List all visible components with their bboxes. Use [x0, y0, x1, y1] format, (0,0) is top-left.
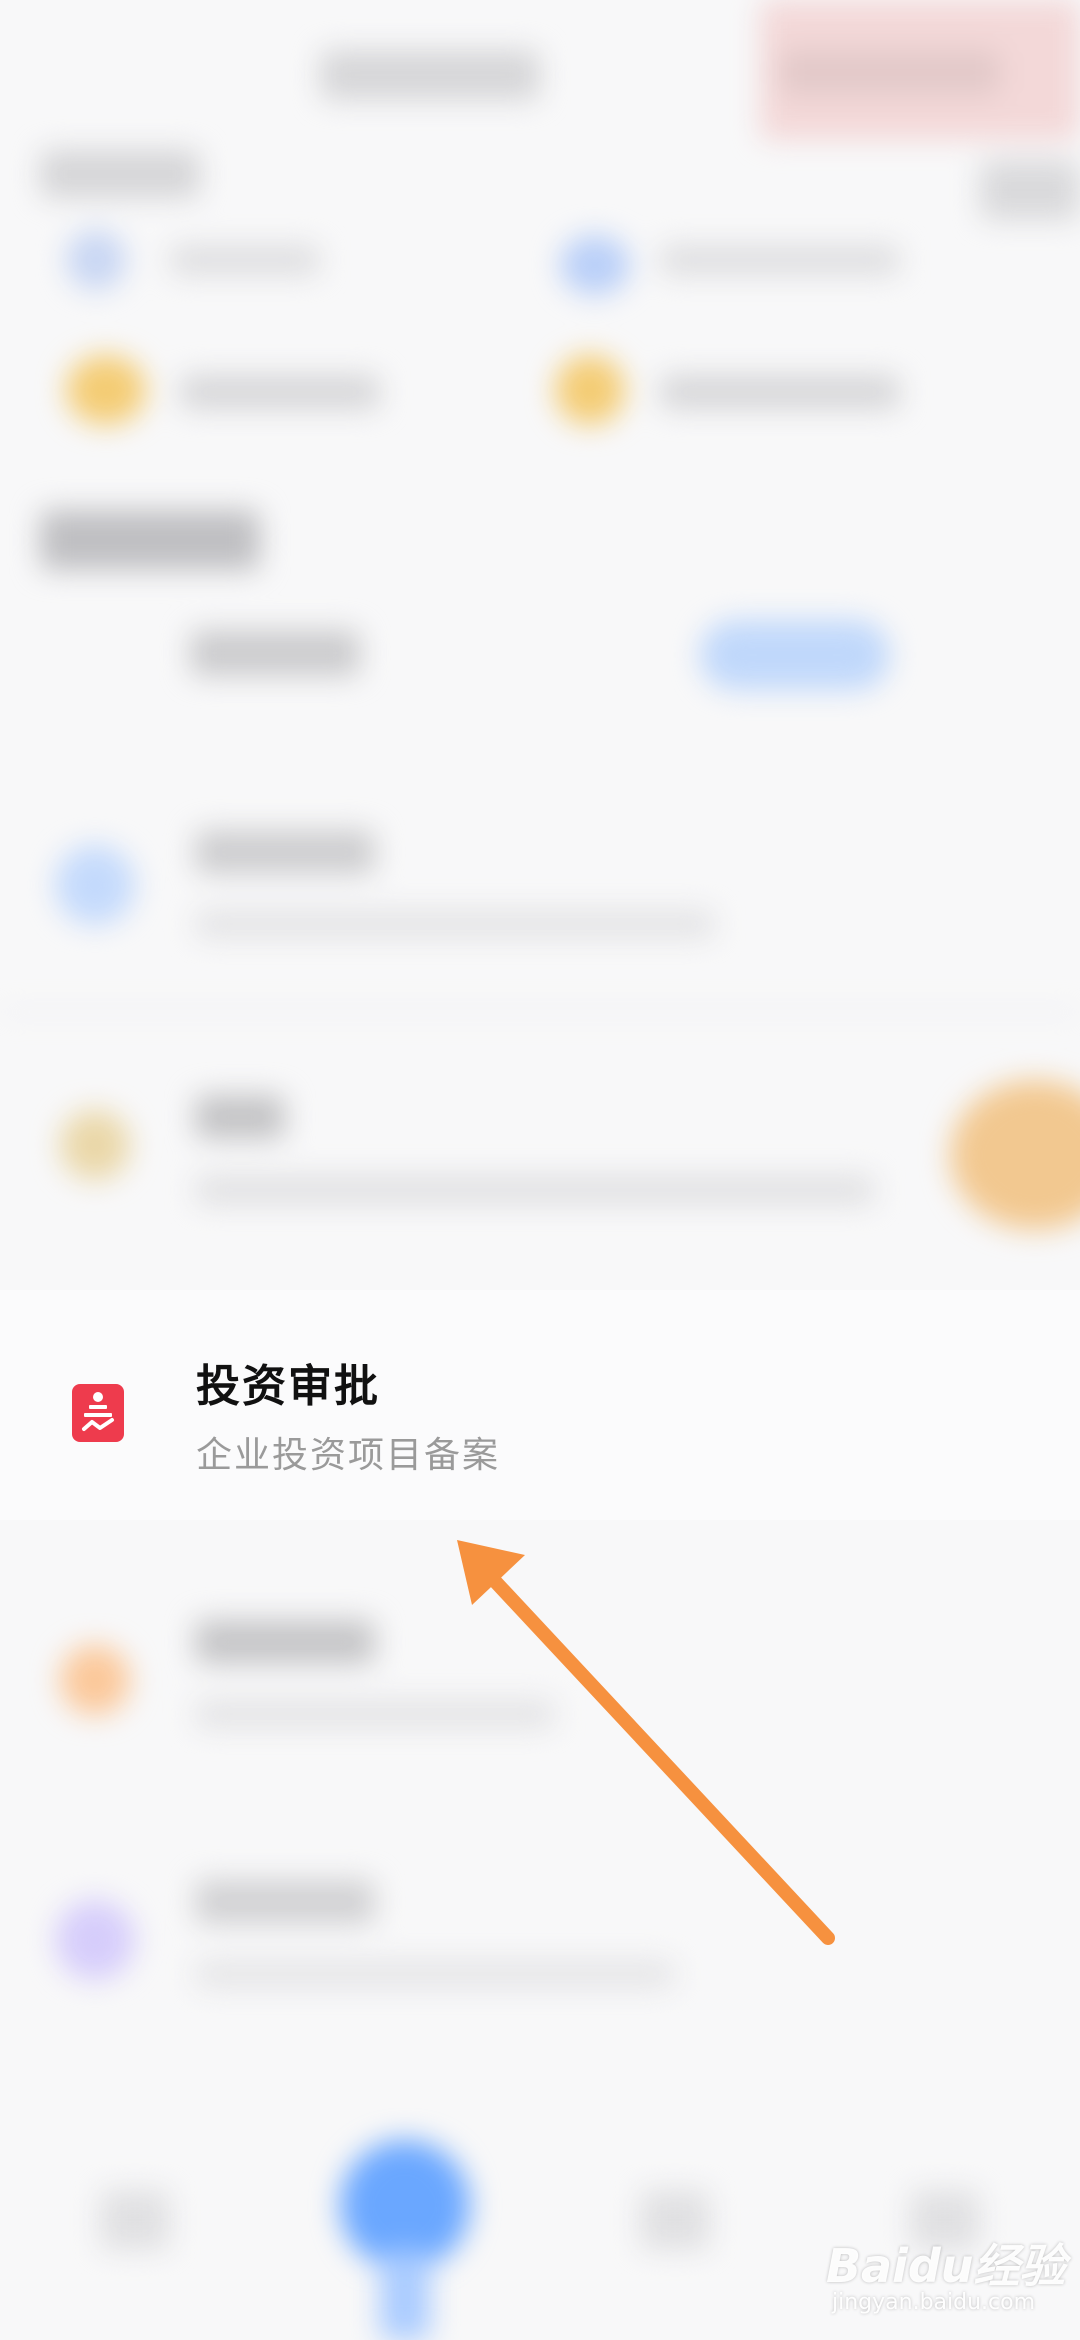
list-title-blur [195, 1880, 375, 1924]
grid-label-blur [660, 375, 900, 409]
list-title-blur [190, 630, 360, 676]
grid-label-blur [660, 245, 900, 275]
list-sub-blur [195, 1960, 675, 1988]
header-blur-label [40, 150, 200, 198]
header-blur-button [980, 160, 1080, 220]
grid-icon-blur [66, 230, 126, 290]
blurred-background-ui [0, 0, 1080, 2340]
grid-label-blur [180, 375, 380, 409]
grid-label-blur [170, 245, 320, 275]
tabbar-icon-blur [100, 2190, 170, 2250]
grid-icon-blur [66, 355, 146, 425]
list-sub-blur [195, 1700, 555, 1728]
list-icon-blur [60, 1110, 130, 1180]
divider-blur [0, 1010, 1080, 1014]
list-title-blur [195, 1620, 375, 1664]
decorative-image-blur [950, 1080, 1080, 1230]
list-action-button-blur [700, 620, 890, 690]
grid-icon-blur [555, 355, 625, 425]
item-title: 投资审批 [196, 1361, 380, 1412]
baidu-jingyan-watermark: Baidu经验 jingyan.baidu.com [826, 2230, 1066, 2320]
list-icon-blur [60, 1645, 130, 1715]
stamp-seal-icon [72, 1384, 124, 1442]
watermark-logo: Baidu经验 [826, 2239, 1066, 2293]
section-title-blur [40, 510, 260, 570]
tabbar-center-stem-blur [380, 2250, 430, 2340]
item-subtitle: 企业投资项目备案 [196, 1435, 501, 1476]
header-blur-chip [780, 50, 1000, 95]
app-screen: 投资审批 企业投资项目备案 Baidu经验 jingyan.baidu.com [0, 0, 1080, 2340]
grid-icon-blur [560, 235, 630, 295]
list-icon-blur [55, 845, 135, 925]
watermark-url: jingyan.baidu.com [832, 2290, 1036, 2315]
header-blur-title [320, 50, 540, 100]
tabbar-icon-blur [640, 2190, 710, 2250]
list-title-blur [195, 1095, 285, 1139]
investment-approval-item[interactable]: 投资审批 企业投资项目备案 [0, 1290, 1080, 1520]
list-sub-blur [195, 1175, 875, 1205]
list-icon-blur [55, 1900, 135, 1980]
list-sub-blur [195, 910, 715, 938]
list-title-blur [195, 830, 375, 874]
